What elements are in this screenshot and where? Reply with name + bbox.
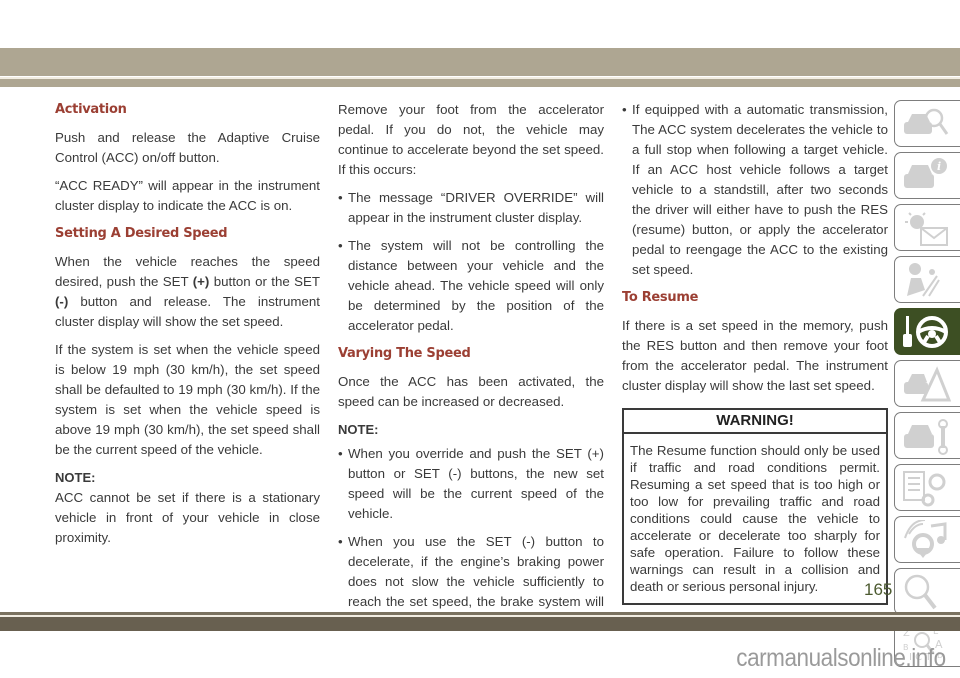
header-band-lower [0,79,960,87]
paragraph: Remove your foot from the accelerator pe… [338,102,604,177]
multimedia-icon [904,519,947,558]
bullet-item: If equipped with a automatic transmissio… [622,100,888,280]
heading-setting-speed: Setting A Desired Speed [55,226,228,241]
car-info-icon: i [904,157,947,188]
note-text: ACC cannot be set if there is a stationa… [55,490,320,545]
car-search-icon [904,108,949,135]
tab-car-info[interactable]: i [894,152,960,199]
search-icon [904,574,937,609]
tab-multimedia[interactable] [894,516,960,563]
bullet-item: The message “DRIVER OVERRIDE” will appea… [338,188,604,228]
heading-activation: Activation [55,102,127,117]
footer-band [0,617,960,631]
set-plus-label: (+) [192,274,210,289]
airbag-seat-icon [907,262,940,297]
set-minus-label: (-) [55,294,69,309]
tab-servicing[interactable] [894,412,960,459]
note-label: NOTE: [338,422,379,437]
warning-title: WARNING! [624,410,886,434]
paragraph: When the vehicle reaches the speed desir… [55,252,320,332]
tab-search[interactable] [894,568,960,615]
svg-text:i: i [937,160,941,173]
paragraph: Once the ACC has been activated, the spe… [338,374,604,409]
tab-starting-operating[interactable] [894,308,960,355]
paragraph: Push and release the Adaptive Cruise Con… [55,130,320,165]
page-number: 165 [864,580,893,599]
heading-to-resume: To Resume [622,290,699,305]
key-steering-wheel-icon [903,315,948,348]
text: button or the SET [209,274,320,289]
car-hazard-icon [904,365,951,401]
tab-emergency[interactable] [894,360,960,407]
tab-safety[interactable] [894,256,960,303]
watermark: carmanualsonline.info [736,644,947,672]
tab-car-search[interactable] [894,100,960,147]
paragraph: “ACC READY” will appear in the instrumen… [55,178,320,213]
warning-light-message-icon [905,211,948,246]
tab-warning-lights[interactable] [894,204,960,251]
warning-box: WARNING! The Resume function should only… [622,408,888,605]
warning-text: The Resume function should only be used … [630,443,880,594]
column-1: Activation Push and release the Adaptive… [55,100,320,556]
car-wrench-icon [904,418,948,455]
header-band [0,48,960,76]
text: button and release. The instrument clust… [55,294,320,329]
specs-gear-icon [903,470,946,506]
paragraph: If the system is set when the vehicle sp… [55,342,320,457]
column-3: If equipped with a automatic transmissio… [622,100,888,605]
column-2: Remove your foot from the accelerator pe… [338,100,604,640]
bullet-item: The system will not be controlling the d… [338,236,604,336]
section-tabs: i ZEBADI C T [894,100,960,672]
paragraph: If there is a set speed in the memory, p… [622,318,888,393]
bullet-item: When you override and push the SET (+) b… [338,444,604,524]
heading-varying-speed: Varying The Speed [338,346,471,361]
tab-specifications[interactable] [894,464,960,511]
note-label: NOTE: [55,470,96,485]
